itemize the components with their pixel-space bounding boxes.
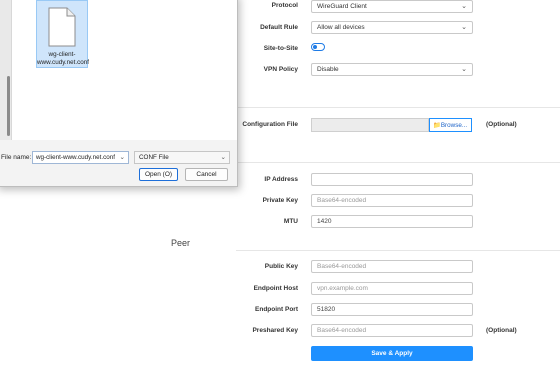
vpn-policy-value: Disable [317,66,339,73]
endpoint-port-label: Endpoint Port [255,306,298,313]
protocol-value: WireGuard Client [317,3,367,10]
document-icon [47,7,77,49]
preshared-key-label: Preshared Key [252,327,298,334]
filename-combobox[interactable]: wg-client-www.cudy.net.conf ⌄ [32,151,129,164]
private-key-label: Private Key [262,197,298,204]
preshared-key-input[interactable]: Base64-encoded [311,324,473,337]
save-apply-button[interactable]: Save & Apply [311,346,473,361]
peer-section-heading: Peer [171,238,191,248]
section-divider [236,250,560,251]
chevron-down-icon: ⌄ [461,24,467,31]
open-button[interactable]: Open (O) [139,168,178,181]
browse-button[interactable]: 📁Browse... [429,118,472,132]
protocol-select[interactable]: WireGuard Client ⌄ [311,0,473,13]
chevron-down-icon: ⌄ [461,66,467,73]
toggle-knob [313,45,317,49]
file-item-label: wg-client-www.cudy.net.conf [37,51,90,66]
vpn-policy-select[interactable]: Disable ⌄ [311,63,473,76]
filename-label: File name: [1,154,32,161]
chevron-down-icon: ⌄ [461,3,467,10]
file-item[interactable]: wg-client-www.cudy.net.conf [36,0,90,68]
preshared-key-optional-note: (Optional) [486,327,517,334]
filename-value: wg-client-www.cudy.net.conf [36,154,115,161]
file-list-pane: wg-client-www.cudy.net.conf [12,0,237,140]
endpoint-host-label: Endpoint Host [253,285,298,292]
section-divider [236,162,560,163]
endpoint-host-input[interactable]: vpn.example.com [311,282,473,295]
chevron-down-icon: ⌄ [119,154,125,161]
mtu-label: MTU [283,218,298,225]
default-rule-label: Default Rule [260,24,298,31]
endpoint-port-input[interactable]: 51820 [311,303,473,316]
public-key-label: Public Key [264,263,298,270]
configuration-file-input[interactable] [311,118,429,132]
filetype-value: CONF File [139,154,169,161]
default-rule-select[interactable]: Allow all devices ⌄ [311,21,473,34]
protocol-label: Protocol [271,2,298,9]
file-open-dialog: wg-client-www.cudy.net.conf File name: w… [0,0,238,187]
site-to-site-label: Site-to-Site [263,45,298,52]
private-key-input[interactable]: Base64-encoded [311,194,473,207]
public-key-input[interactable]: Base64-encoded [311,260,473,273]
browse-button-label: Browse... [440,122,468,129]
config-file-optional-note: (Optional) [486,121,517,128]
chevron-down-icon: ⌄ [220,154,226,161]
default-rule-value: Allow all devices [317,24,365,31]
ip-address-input[interactable] [311,173,473,186]
scrollbar-thumb[interactable] [7,76,10,136]
section-divider [236,107,560,108]
filetype-select[interactable]: CONF File ⌄ [134,151,230,164]
site-to-site-toggle[interactable] [311,43,325,51]
ip-address-label: IP Address [264,176,298,183]
mtu-input[interactable]: 1420 [311,215,473,228]
folder-icon: 📁 [433,122,441,129]
navigation-pane [0,0,12,140]
cancel-button[interactable]: Cancel [185,168,228,181]
configuration-file-label: Configuration File [242,121,298,128]
vpn-policy-label: VPN Policy [263,66,298,73]
